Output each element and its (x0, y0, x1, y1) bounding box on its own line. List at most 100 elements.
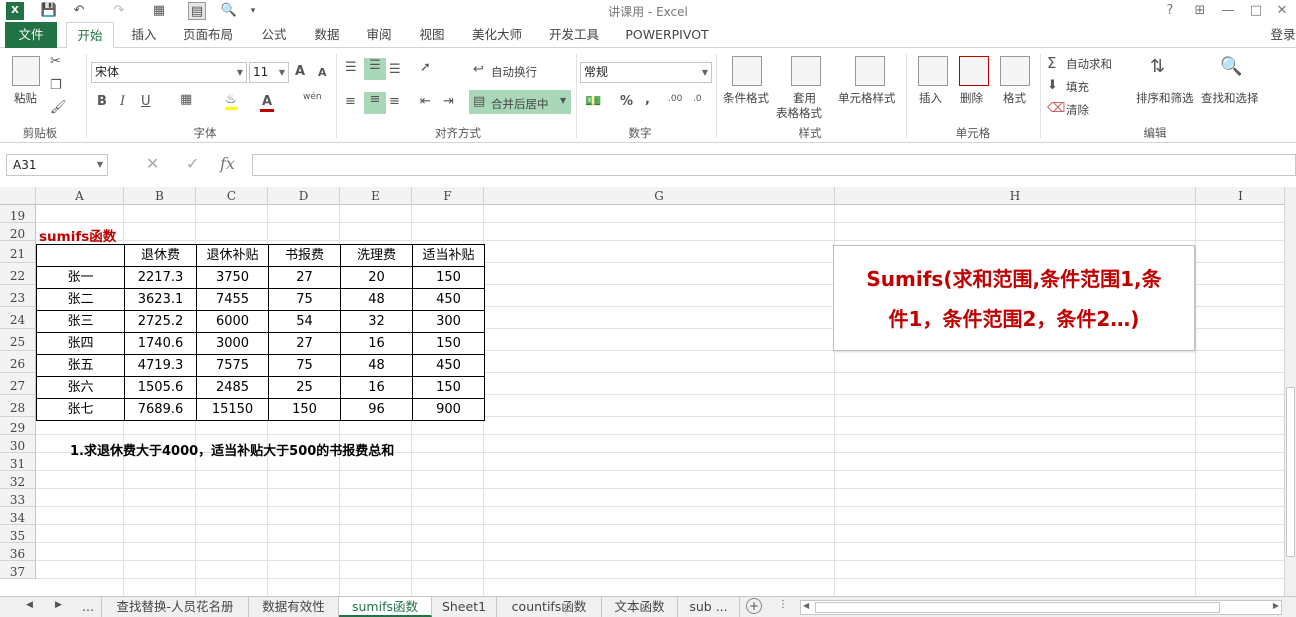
table-cell[interactable]: 27 (268, 266, 341, 289)
vertical-scrollbar[interactable] (1284, 187, 1296, 596)
wrap-text-button[interactable]: 自动换行 (491, 64, 537, 80)
sheet-tab-countifs[interactable]: countifs函数 (497, 597, 602, 617)
table-cell[interactable]: 2485 (196, 376, 269, 399)
row-header[interactable]: 35 (0, 525, 36, 543)
find-select-icon[interactable]: 🔍 (1220, 56, 1242, 77)
number-format-select[interactable]: 常规 ▼ (580, 62, 712, 83)
table-cell[interactable]: 300 (412, 310, 485, 333)
table-cell[interactable]: 150 (412, 266, 485, 289)
bold-button[interactable]: B (97, 94, 107, 109)
clear-icon[interactable]: ⌫ (1047, 101, 1065, 116)
phonetic-icon[interactable]: wén (303, 92, 322, 102)
decrease-decimal-icon[interactable]: .0 (693, 94, 702, 104)
insert-cells-button[interactable]: 插入 (919, 90, 942, 106)
table-cell[interactable]: 2725.2 (124, 310, 197, 333)
formula-text-box[interactable]: Sumifs(求和范围,条件范围1,条 件1，条件范围2，条件2…) (833, 245, 1195, 351)
column-header-a[interactable]: A (36, 187, 124, 205)
increase-indent-icon[interactable]: ⇥ (443, 94, 454, 109)
row-header[interactable]: 21 (0, 241, 36, 263)
worksheet-grid[interactable]: A B C D E F G H I 19 20 21 22 23 24 25 26 27 28 29… (0, 187, 1284, 596)
row-header[interactable]: 29 (0, 417, 36, 435)
delete-cells-icon[interactable] (959, 56, 989, 86)
delete-cells-button[interactable]: 删除 (960, 90, 983, 106)
fill-icon[interactable]: ⬇ (1047, 78, 1058, 93)
grow-font-icon[interactable]: A (295, 64, 305, 79)
align-middle-icon[interactable]: ☰ (364, 58, 386, 80)
scroll-left-icon[interactable]: ◀ (26, 600, 33, 610)
column-header-f[interactable]: F (412, 187, 484, 205)
sheet-tab-sub[interactable]: sub ... (678, 597, 740, 617)
tab-beautify[interactable]: 美化大师 (465, 22, 529, 48)
row-header[interactable]: 20 (0, 223, 36, 241)
table-header-cell[interactable]: 书报费 (268, 244, 341, 267)
scroll-left-arrow-icon[interactable]: ◀ (803, 601, 809, 610)
table-cell[interactable]: 16 (340, 376, 413, 399)
table-cell[interactable]: 7689.6 (124, 398, 197, 421)
horizontal-scroll-thumb[interactable] (815, 602, 1220, 613)
sheet-tab-more[interactable]: ... (75, 597, 102, 617)
column-header-h[interactable]: H (835, 187, 1196, 205)
font-color-button[interactable]: A (260, 94, 274, 112)
table-cell[interactable]: 450 (412, 354, 485, 377)
table-cell[interactable]: 900 (412, 398, 485, 421)
row-header[interactable]: 26 (0, 351, 36, 373)
table-cell[interactable]: 张七 (36, 398, 125, 421)
table-cell[interactable]: 张六 (36, 376, 125, 399)
fill-button[interactable]: 填充 (1066, 79, 1089, 95)
close-button[interactable]: ✕ (1270, 1, 1294, 21)
align-right-icon[interactable]: ≡ (389, 94, 400, 109)
tab-data[interactable]: 数据 (305, 22, 349, 48)
cancel-icon[interactable]: ✕ (146, 154, 159, 173)
row-header[interactable]: 31 (0, 453, 36, 471)
cell-styles-icon[interactable] (855, 56, 885, 86)
column-header-b[interactable]: B (124, 187, 196, 205)
split-handle-icon[interactable]: ⋮ (778, 599, 788, 610)
table-cell[interactable]: 27 (268, 332, 341, 355)
borders-icon[interactable]: ▦ (180, 92, 192, 107)
align-center-icon[interactable]: ≡ (364, 92, 386, 114)
paste-icon[interactable] (12, 56, 40, 86)
table-cell[interactable]: 150 (412, 332, 485, 355)
percent-button[interactable]: % (620, 94, 633, 109)
sheet-tab-data-validation[interactable]: 数据有效性 (249, 597, 339, 617)
table-cell[interactable]: 6000 (196, 310, 269, 333)
clear-button[interactable]: 清除 (1066, 102, 1089, 118)
italic-button[interactable]: I (120, 94, 125, 109)
tab-review[interactable]: 审阅 (357, 22, 401, 48)
table-cell[interactable]: 75 (268, 354, 341, 377)
formula-input[interactable] (252, 154, 1296, 176)
fill-color-icon[interactable]: ♨ (225, 92, 237, 110)
tab-developer[interactable]: 开发工具 (542, 22, 606, 48)
table-cell[interactable]: 张三 (36, 310, 125, 333)
table-cell[interactable]: 150 (268, 398, 341, 421)
tab-formulas[interactable]: 公式 (252, 22, 296, 48)
sheet-tab-text-functions[interactable]: 文本函数 (602, 597, 678, 617)
decrease-indent-icon[interactable]: ⇤ (420, 94, 431, 109)
table-cell[interactable]: 54 (268, 310, 341, 333)
table-cell[interactable]: 32 (340, 310, 413, 333)
table-cell[interactable]: 张二 (36, 288, 125, 311)
row-header[interactable]: 37 (0, 561, 36, 579)
table-cell[interactable]: 48 (340, 354, 413, 377)
row-header[interactable]: 34 (0, 507, 36, 525)
table-header-cell[interactable] (36, 244, 125, 267)
cell-styles-button[interactable]: 单元格样式 (838, 90, 896, 106)
autosum-button[interactable]: 自动求和 (1066, 56, 1112, 72)
ribbon-display-icon[interactable]: ⊞ (1188, 1, 1212, 21)
table-cell[interactable]: 4719.3 (124, 354, 197, 377)
increase-decimal-icon[interactable]: .00 (668, 94, 682, 104)
tab-view[interactable]: 视图 (410, 22, 454, 48)
table-cell[interactable]: 15150 (196, 398, 269, 421)
column-header-g[interactable]: G (484, 187, 835, 205)
conditional-format-icon[interactable] (732, 56, 762, 86)
shrink-font-icon[interactable]: A (318, 66, 327, 79)
table-cell[interactable]: 1505.6 (124, 376, 197, 399)
table-cell[interactable]: 150 (412, 376, 485, 399)
table-cell[interactable]: 25 (268, 376, 341, 399)
row-header[interactable]: 23 (0, 285, 36, 307)
table-cell[interactable]: 450 (412, 288, 485, 311)
column-header-e[interactable]: E (340, 187, 412, 205)
add-sheet-icon[interactable]: + (746, 598, 762, 614)
orientation-icon[interactable]: ➚ (420, 60, 431, 75)
tab-file[interactable]: 文件 (5, 22, 57, 48)
